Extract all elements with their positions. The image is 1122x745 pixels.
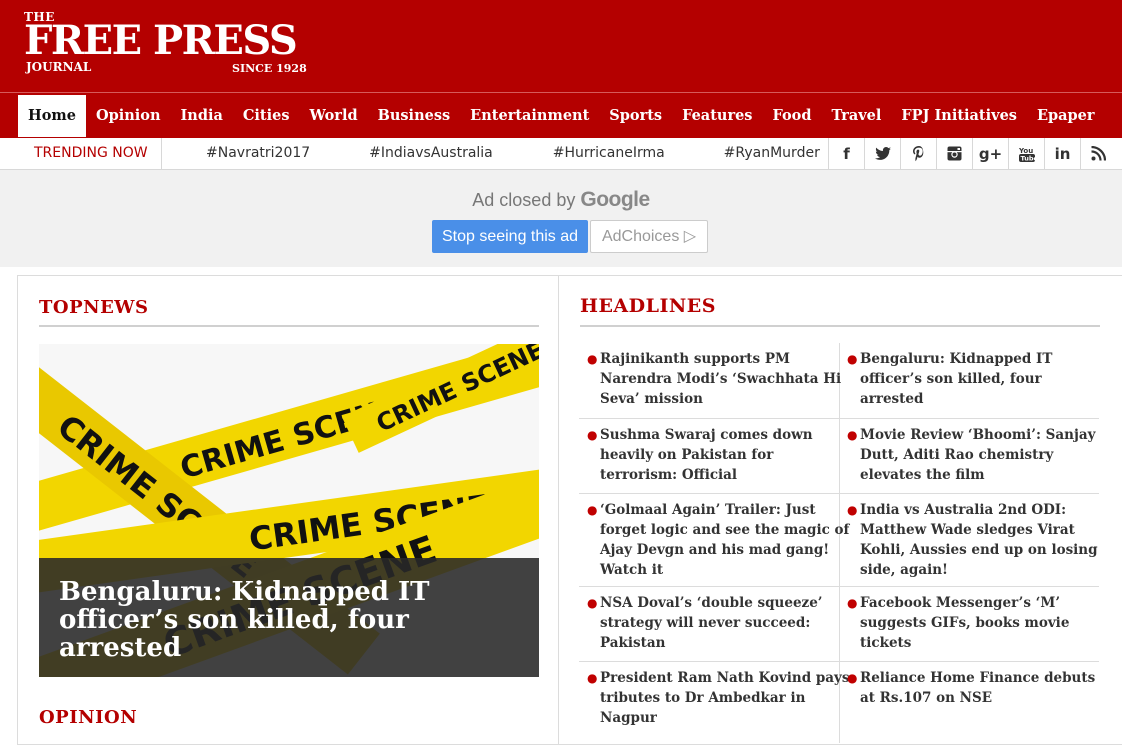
bullet-icon: ●	[587, 428, 598, 442]
headline-text[interactable]: Sushma Swaraj comes down heavily on Paki…	[600, 427, 813, 483]
nav-india[interactable]: India	[171, 95, 233, 137]
pinterest-icon[interactable]	[900, 138, 936, 169]
headline-item[interactable]: ● ‘Golmaal Again’ Trailer: Just forget lo…	[587, 500, 850, 580]
headline-text[interactable]: ‘Golmaal Again’ Trailer: Just forget log…	[600, 502, 849, 578]
nav-features[interactable]: Features	[672, 95, 762, 137]
social-links: f g+ You Tube in	[828, 138, 1116, 169]
nav-fpj-initiatives[interactable]: FPJ Initiatives	[891, 95, 1027, 137]
nav-sports[interactable]: Sports	[599, 95, 672, 137]
svg-text:Tube: Tube	[1020, 154, 1036, 162]
site-logo[interactable]: THE FREE PRESS JOURNAL SINCE 1928	[24, 8, 314, 82]
headline-item[interactable]: ● NSA Doval’s ‘double squeeze’ strategy w…	[587, 593, 850, 653]
masthead: THE FREE PRESS JOURNAL SINCE 1928	[0, 0, 1122, 92]
headline-row-divider	[579, 418, 1099, 419]
instagram-icon[interactable]	[936, 138, 972, 169]
headline-item[interactable]: ● Reliance Home Finance debuts at Rs.107 …	[847, 668, 1100, 708]
bullet-icon: ●	[847, 428, 858, 442]
headline-row-divider	[579, 586, 1099, 587]
headlines-rule	[580, 325, 1100, 327]
trending-label: TRENDING NOW	[34, 145, 148, 161]
headline-text[interactable]: Rajinikanth supports PM Narendra Modi’s …	[600, 351, 841, 407]
trending-tag[interactable]: #HurricaneIrma	[553, 138, 665, 169]
trending-tags: #Navratri2017 #IndiavsAustralia #Hurrica…	[165, 138, 820, 169]
ad-closed-text: Ad closed by Google	[0, 188, 1122, 212]
headline-text[interactable]: Reliance Home Finance debuts at Rs.107 o…	[860, 670, 1095, 706]
topnews-rule	[39, 325, 539, 327]
nav-home[interactable]: Home	[18, 95, 86, 137]
bullet-icon: ●	[847, 352, 858, 366]
bullet-icon: ●	[587, 352, 598, 366]
main-nav: Home Opinion India Cities World Business…	[0, 92, 1122, 138]
trending-divider	[161, 138, 162, 169]
bullet-icon: ●	[847, 503, 858, 517]
headline-item[interactable]: ● President Ram Nath Kovind pays tributes…	[587, 668, 850, 728]
nav-food[interactable]: Food	[762, 95, 821, 137]
linkedin-icon[interactable]: in	[1044, 138, 1080, 169]
topnews-title[interactable]: Bengaluru: Kidnapped IT officer’s son ki…	[59, 578, 499, 662]
twitter-icon[interactable]	[864, 138, 900, 169]
headline-row-divider	[579, 493, 1099, 494]
stop-seeing-ad-button[interactable]: Stop seeing this ad	[432, 220, 588, 253]
nav-entertainment[interactable]: Entertainment	[460, 95, 599, 137]
nav-business[interactable]: Business	[368, 95, 461, 137]
headline-text[interactable]: Facebook Messenger’s ‘M’ suggests GIFs, …	[860, 595, 1069, 651]
trending-tag[interactable]: #RyanMurder	[724, 138, 820, 169]
logo-since: SINCE 1928	[232, 62, 307, 75]
headline-item[interactable]: ● Rajinikanth supports PM Narendra Modi’s…	[587, 349, 850, 409]
headline-text[interactable]: India vs Australia 2nd ODI: Matthew Wade…	[860, 502, 1098, 578]
column-divider	[558, 275, 559, 745]
nav-epaper[interactable]: Epaper	[1027, 95, 1105, 137]
headline-text[interactable]: NSA Doval’s ‘double squeeze’ strategy wi…	[600, 595, 823, 651]
headline-item[interactable]: ● Bengaluru: Kidnapped IT officer’s son k…	[847, 349, 1100, 409]
nav-world[interactable]: World	[300, 95, 368, 137]
rss-icon[interactable]	[1080, 138, 1116, 169]
trending-tag[interactable]: #IndiavsAustralia	[369, 138, 493, 169]
adchoices-button[interactable]: AdChoices ▷	[590, 220, 708, 253]
nav-travel[interactable]: Travel	[821, 95, 891, 137]
bullet-icon: ●	[847, 671, 858, 685]
ad-slot: Ad closed by Google Stop seeing this ad …	[0, 170, 1122, 267]
trending-tag[interactable]: #Navratri2017	[206, 138, 310, 169]
googleplus-icon[interactable]: g+	[972, 138, 1008, 169]
headlines-heading: HEADLINES	[580, 295, 716, 317]
headline-text[interactable]: Movie Review ‘Bhoomi’: Sanjay Dutt, Adit…	[860, 427, 1095, 483]
headline-row-divider	[579, 661, 1099, 662]
logo-journal: JOURNAL	[26, 60, 92, 74]
nav-opinion[interactable]: Opinion	[86, 95, 171, 137]
headline-text[interactable]: Bengaluru: Kidnapped IT officer’s son ki…	[860, 351, 1052, 407]
google-logo: Google	[580, 188, 650, 211]
ad-closed-prefix: Ad closed by	[472, 190, 576, 210]
facebook-icon[interactable]: f	[828, 138, 864, 169]
headline-item[interactable]: ● Sushma Swaraj comes down heavily on Pak…	[587, 425, 850, 485]
trending-bar: TRENDING NOW #Navratri2017 #IndiavsAustr…	[0, 138, 1122, 170]
opinion-heading: OPINION	[39, 707, 138, 728]
bullet-icon: ●	[587, 671, 598, 685]
youtube-icon[interactable]: You Tube	[1008, 138, 1044, 169]
topnews-heading: TOPNEWS	[39, 297, 149, 318]
headline-item[interactable]: ● India vs Australia 2nd ODI: Matthew Wad…	[847, 500, 1100, 580]
bullet-icon: ●	[587, 503, 598, 517]
bullet-icon: ●	[587, 596, 598, 610]
bullet-icon: ●	[847, 596, 858, 610]
headline-text[interactable]: President Ram Nath Kovind pays tributes …	[600, 670, 849, 726]
topnews-caption[interactable]: Bengaluru: Kidnapped IT officer’s son ki…	[39, 558, 539, 677]
headline-item[interactable]: ● Facebook Messenger’s ‘M’ suggests GIFs,…	[847, 593, 1100, 653]
headline-item[interactable]: ● Movie Review ‘Bhoomi’: Sanjay Dutt, Adi…	[847, 425, 1100, 485]
nav-cities[interactable]: Cities	[233, 95, 300, 137]
logo-title: FREE PRESS	[24, 17, 298, 64]
